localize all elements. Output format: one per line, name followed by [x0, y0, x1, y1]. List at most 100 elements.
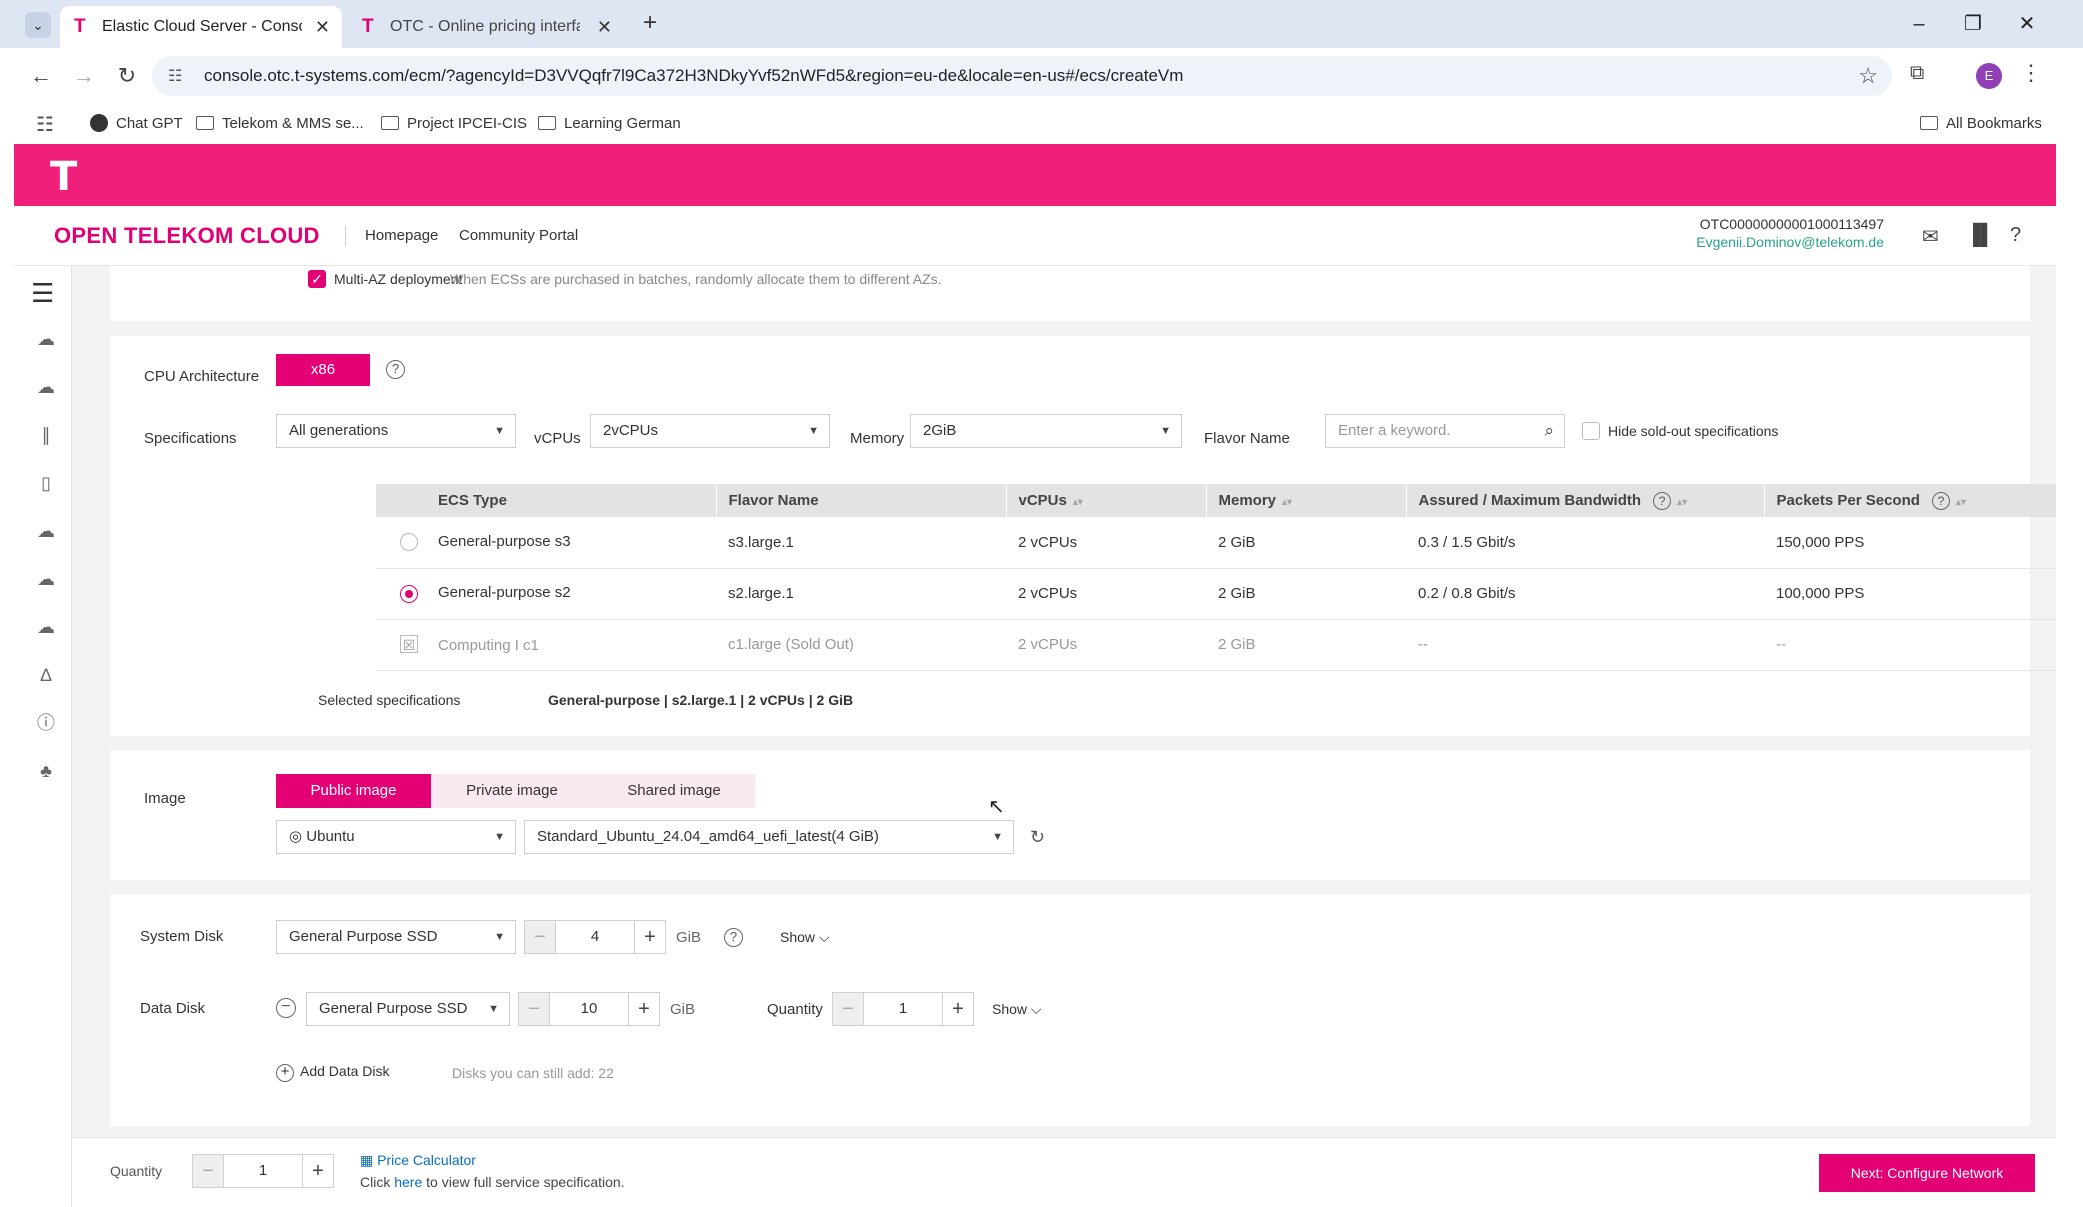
community-portal-link[interactable]: Community Portal	[459, 206, 578, 266]
close-window-button[interactable]: ✕	[2012, 10, 2042, 38]
reload-icon[interactable]: ↻	[113, 62, 141, 90]
vcpus-select[interactable]: 2vCPUs ▼	[590, 414, 830, 448]
back-icon[interactable]: ←	[27, 62, 55, 90]
ip-icon[interactable]: ⓘ	[34, 711, 58, 735]
brand-title[interactable]: OPEN TELEKOM CLOUD	[54, 206, 320, 266]
col-memory[interactable]: Memory ▴▾	[1206, 484, 1407, 517]
help-icon[interactable]: ?	[724, 928, 743, 947]
add-data-disk-button[interactable]: + Add Data Disk	[276, 1063, 389, 1082]
tab-search-button[interactable]: ⌄	[25, 12, 51, 38]
quantity-value[interactable]: 1	[223, 1155, 303, 1187]
account-info[interactable]: OTC00000000001000113497 Evgenii.Dominov@…	[1674, 216, 1884, 250]
flavor-radio[interactable]	[400, 533, 418, 552]
sort-icon[interactable]: ▴▾	[1677, 497, 1687, 508]
bookmark-project-folder[interactable]: Project IPCEI-CIS	[381, 104, 527, 144]
tab-pricing-interface[interactable]: T OTC - Online pricing interface ✕	[348, 6, 624, 48]
plus-icon[interactable]: +	[303, 1155, 333, 1187]
homepage-link[interactable]: Homepage	[365, 206, 438, 266]
memory-select[interactable]: 2GiB ▼	[910, 414, 1182, 448]
minus-icon[interactable]: −	[525, 921, 555, 953]
data-disk-quantity-stepper[interactable]: − 1 +	[832, 992, 974, 1026]
multi-az-checkbox[interactable]: ✓	[308, 270, 326, 288]
table-row[interactable]: General-purpose s2 s2.large.1 2 vCPUs 2 …	[376, 568, 2056, 620]
flavor-name: c1.large (Sold Out)	[716, 619, 1006, 671]
cloud-server-icon[interactable]: ☁	[34, 327, 58, 351]
public-image-tab[interactable]: Public image	[276, 774, 431, 808]
security-icon[interactable]: ∆	[34, 663, 58, 687]
mail-icon[interactable]: ✉	[1922, 224, 1939, 249]
profile-avatar[interactable]: E	[1976, 63, 2002, 89]
data-disk-quantity[interactable]: 1	[863, 993, 943, 1025]
col-vcpus[interactable]: vCPUs ▴▾	[1006, 484, 1207, 517]
refresh-icon[interactable]: ↻	[1030, 827, 1045, 848]
help-icon[interactable]: ?	[2010, 224, 2021, 247]
minus-icon[interactable]: −	[833, 993, 863, 1025]
hide-sold-out-checkbox[interactable]	[1582, 422, 1600, 440]
image-version-select[interactable]: Standard_Ubuntu_24.04_amd64_uefi_latest(…	[524, 820, 1014, 854]
system-disk-show-toggle[interactable]: Show ⌵	[780, 929, 830, 946]
data-disk-type-select[interactable]: General Purpose SSD ▼	[306, 992, 510, 1026]
network-icon[interactable]: ∥	[34, 423, 58, 447]
system-disk-type-select[interactable]: General Purpose SSD ▼	[276, 920, 516, 954]
minus-icon[interactable]: −	[519, 993, 549, 1025]
generation-select[interactable]: All generations ▼	[276, 414, 516, 448]
cloud-icon[interactable]: ☁	[34, 519, 58, 543]
all-bookmarks[interactable]: All Bookmarks	[1920, 104, 2042, 144]
extensions-icon[interactable]: ⧉	[1910, 62, 1924, 85]
system-disk-size-stepper[interactable]: − 4 +	[524, 920, 666, 954]
table-row[interactable]: General-purpose s3 s3.large.1 2 vCPUs 2 …	[376, 517, 2056, 569]
maximize-button[interactable]: ❐	[1958, 10, 1988, 38]
help-icon[interactable]: ?	[1931, 491, 1950, 510]
quantity-stepper[interactable]: − 1 +	[192, 1154, 334, 1188]
sort-icon[interactable]: ▴▾	[1956, 497, 1966, 508]
help-icon[interactable]: ?	[386, 360, 405, 379]
apps-grid-icon[interactable]: ☷	[36, 112, 54, 137]
x86-button[interactable]: x86	[276, 354, 370, 386]
help-icon[interactable]: ?	[1653, 491, 1672, 510]
site-settings-icon[interactable]: ☷	[168, 66, 182, 86]
cluster-icon[interactable]: ♣	[34, 759, 58, 783]
data-disk-show-toggle[interactable]: Show ⌵	[992, 1001, 1042, 1018]
new-tab-button[interactable]: +	[636, 10, 664, 38]
cloud-check-icon[interactable]: ☁	[34, 615, 58, 639]
bookmark-telekom-folder[interactable]: Telekom & MMS se...	[196, 104, 364, 144]
price-calculator-link[interactable]: ▦ Price Calculator	[360, 1152, 476, 1169]
chart-icon[interactable]: ▐▌	[1966, 224, 1994, 247]
system-disk-size[interactable]: 4	[555, 921, 635, 953]
console-header: OPEN TELEKOM CLOUD Homepage Community Po…	[14, 206, 2056, 266]
bookmark-chat-gpt[interactable]: Chat GPT	[90, 104, 183, 144]
data-disk-size[interactable]: 10	[549, 993, 629, 1025]
col-pps[interactable]: Packets Per Second? ▴▾	[1764, 484, 2056, 517]
here-link[interactable]: here	[394, 1174, 422, 1190]
minus-icon[interactable]: −	[193, 1155, 223, 1187]
cloud-upload-icon[interactable]: ☁	[34, 567, 58, 591]
plus-icon[interactable]: +	[635, 921, 665, 953]
private-image-tab[interactable]: Private image	[431, 774, 593, 808]
plus-icon[interactable]: +	[943, 993, 973, 1025]
cloud-storage-icon[interactable]: ☁	[34, 375, 58, 399]
plus-icon[interactable]: +	[629, 993, 659, 1025]
sort-icon[interactable]: ▴▾	[1073, 497, 1083, 508]
sort-icon[interactable]: ▴▾	[1282, 497, 1292, 508]
bookmark-star-icon[interactable]: ☆	[1858, 56, 1878, 96]
telekom-logo[interactable]: T	[50, 154, 77, 200]
bookmark-learning-folder[interactable]: Learning German	[538, 104, 681, 144]
close-icon[interactable]: ✕	[597, 6, 612, 48]
shared-image-tab[interactable]: Shared image	[593, 774, 755, 808]
hamburger-menu-icon[interactable]: ☰	[31, 278, 54, 309]
flavor-radio-selected[interactable]	[400, 584, 418, 603]
forward-icon[interactable]: →	[70, 62, 98, 90]
database-icon[interactable]: ▯	[34, 471, 58, 495]
remove-disk-icon[interactable]: −	[276, 998, 296, 1018]
col-bandwidth[interactable]: Assured / Maximum Bandwidth? ▴▾	[1406, 484, 1765, 517]
minimize-button[interactable]: –	[1904, 10, 1934, 38]
os-select[interactable]: ◎ Ubuntu ▼	[276, 820, 516, 854]
browser-menu-icon[interactable]: ⋮	[2020, 60, 2042, 86]
flavor-search-input[interactable]: Enter a keyword. ⌕	[1325, 414, 1565, 448]
address-bar[interactable]: ☷ console.otc.t-systems.com/ecm/?agencyI…	[152, 56, 1892, 96]
next-configure-network-button[interactable]: Next: Configure Network	[1819, 1154, 2035, 1192]
data-disk-size-stepper[interactable]: − 10 +	[518, 992, 660, 1026]
search-icon[interactable]: ⌕	[1544, 415, 1554, 447]
close-icon[interactable]: ✕	[315, 6, 330, 48]
tab-elastic-cloud-server[interactable]: T Elastic Cloud Server - Console ✕	[60, 6, 342, 48]
